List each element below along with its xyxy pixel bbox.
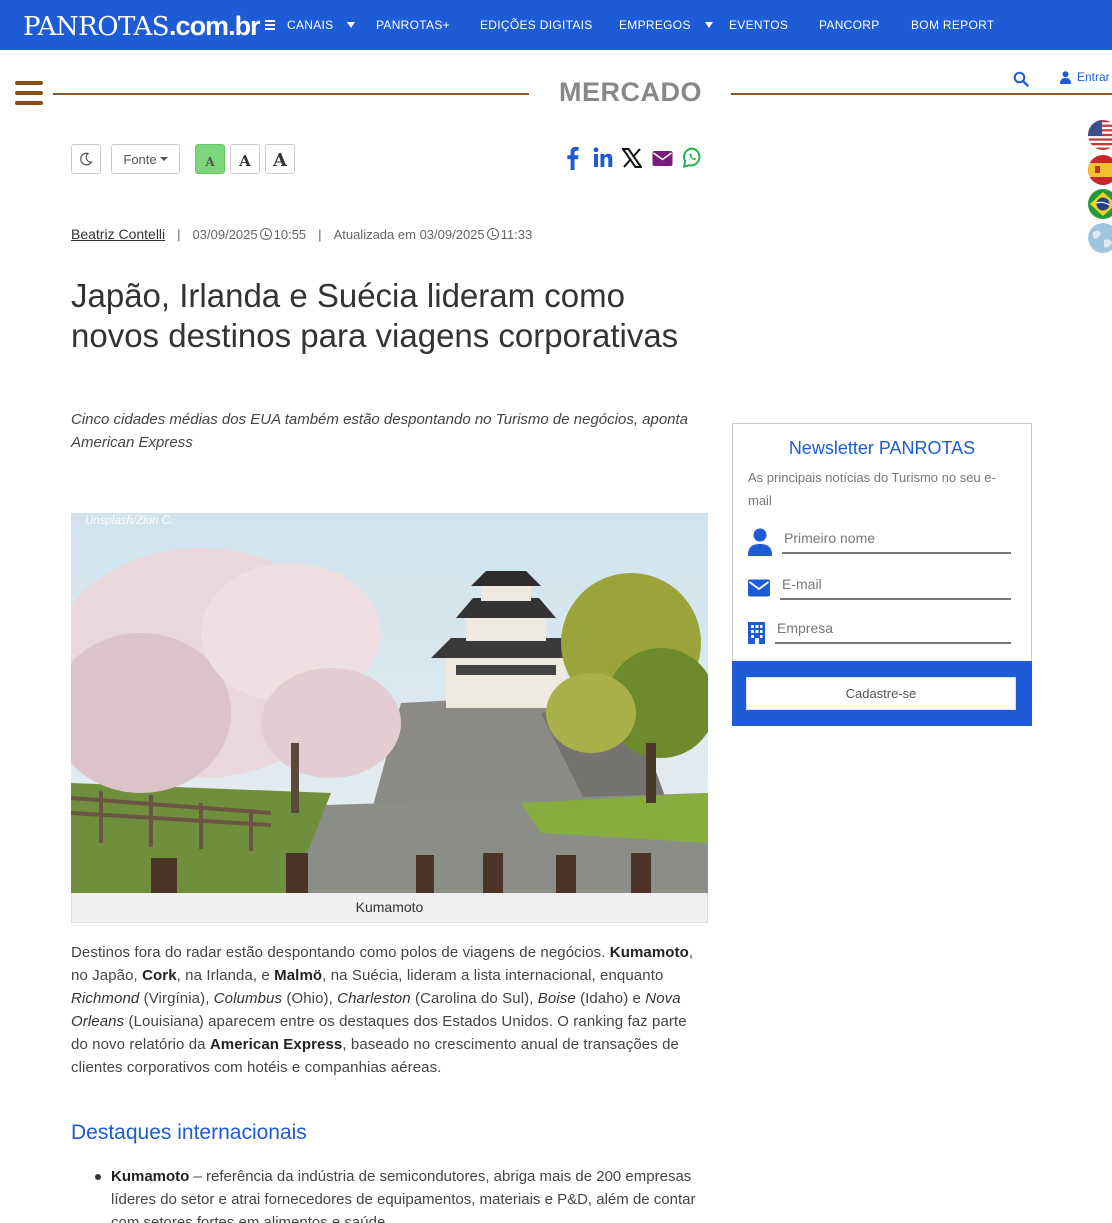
nav-pancorp[interactable]: PANCORP [819, 0, 880, 50]
menu-lines-icon [265, 18, 275, 32]
nav-panrotas-plus-label: PANROTAS+ [376, 18, 450, 32]
font-dropdown[interactable]: Fonte [111, 144, 180, 174]
meta-separator: | [318, 226, 322, 242]
whatsapp-icon[interactable] [682, 145, 703, 171]
email-icon[interactable] [652, 145, 673, 171]
nav-channels-label: CANAIS [287, 18, 334, 32]
email-placeholder: E-mail [782, 576, 822, 592]
login-label: Entrar [1077, 70, 1110, 84]
article-meta: Beatriz Contelli | 03/09/2025 10:55 | At… [71, 226, 532, 242]
first-name-field[interactable]: Primeiro nome [782, 530, 1011, 554]
subscribe-button-label: Cadastre-se [845, 686, 917, 701]
flag-us-icon[interactable] [1088, 120, 1112, 150]
font-dropdown-label: Fonte [123, 151, 157, 167]
article-title: Japão, Irlanda e Suécia lideram como nov… [71, 277, 679, 354]
nav-panrotas-plus[interactable]: PANROTAS+ [376, 0, 450, 50]
flag-br-icon[interactable] [1088, 189, 1112, 219]
meta-separator: | [177, 226, 181, 242]
newsletter-box: Newsletter PANROTAS As principais notíci… [732, 423, 1032, 726]
nav-jobs[interactable]: EMPREGOS [619, 0, 713, 50]
envelope-icon [748, 579, 770, 597]
nav-bom-report[interactable]: BOM REPORT [911, 0, 994, 50]
font-size-medium-button[interactable]: A [230, 144, 260, 174]
nav-events-label: EVENTOS [729, 18, 789, 32]
first-name-placeholder: Primeiro nome [784, 530, 876, 546]
site-logo[interactable]: PANROTAS.com.br [23, 11, 261, 42]
photo-credit: Unsplash/Zion C. [85, 515, 174, 527]
font-size-large-label: A [273, 149, 287, 171]
article-subheading: Destaques internacionais [71, 1121, 307, 1144]
published-date: 03/09/2025 [192, 226, 258, 242]
flag-es-icon[interactable] [1088, 155, 1112, 185]
x-icon[interactable] [622, 145, 642, 171]
author-link[interactable]: Beatriz Contelli [71, 226, 165, 242]
article-photo [71, 513, 708, 893]
highlights-list: Kumamoto – referência da indústria de se… [95, 1165, 703, 1223]
email-field[interactable]: E-mail [780, 576, 1011, 600]
top-navbar: PANROTAS.com.br CANAIS PANROTAS+ EDIÇÕES… [0, 0, 1112, 50]
updated-date: 03/09/2025 [419, 226, 485, 242]
nav-digital-editions-label: EDIÇÕES DIGITAIS [480, 18, 593, 32]
nav-jobs-label: EMPREGOS [619, 18, 691, 32]
company-placeholder: Empresa [777, 620, 834, 636]
nav-digital-editions[interactable]: EDIÇÕES DIGITAIS [480, 0, 593, 50]
photo-caption: Kumamoto [71, 893, 708, 923]
user-icon [1060, 70, 1071, 84]
newsletter-footer: Cadastre-se [732, 661, 1032, 726]
caret-down-icon [347, 22, 356, 28]
font-size-small-label: A [205, 155, 215, 169]
newsletter-title: Newsletter PANROTAS [788, 438, 976, 458]
updated-prefix: Atualizada em [333, 226, 416, 242]
globe-icon[interactable] [1088, 223, 1112, 253]
company-field[interactable]: Empresa [775, 620, 1011, 644]
article-subtitle: Cinco cidades médias dos EUA também estã… [71, 411, 689, 451]
login-link[interactable]: Entrar [1060, 70, 1110, 84]
hamburger-menu-icon[interactable] [15, 81, 43, 105]
font-size-medium-label: A [239, 152, 251, 170]
caret-down-icon [704, 22, 713, 28]
caret-down-icon [159, 157, 168, 161]
published-time: 10:55 [273, 226, 307, 242]
section-title: MERCADO [559, 77, 702, 107]
nav-events[interactable]: EVENTOS [729, 0, 788, 50]
nav-pancorp-label: PANCORP [819, 18, 880, 32]
nav-channels[interactable]: CANAIS [265, 0, 356, 50]
font-size-small-button[interactable]: A [195, 144, 225, 174]
dark-mode-toggle[interactable] [71, 144, 101, 174]
facebook-icon[interactable] [565, 145, 579, 171]
section-rule-left [53, 93, 529, 95]
updated-time: 11:33 [500, 226, 533, 242]
nav-bom-report-label: BOM REPORT [911, 18, 995, 32]
clock-icon [486, 228, 499, 240]
subscribe-button[interactable]: Cadastre-se [746, 677, 1016, 710]
article-paragraph: Destinos fora do radar estão despontando… [71, 944, 694, 1076]
newsletter-description: As principais notícias do Turismo no seu… [748, 470, 996, 508]
font-size-large-button[interactable]: A [265, 144, 295, 174]
moon-icon [80, 152, 93, 166]
section-rule-right [731, 93, 1112, 95]
user-icon [748, 528, 772, 556]
clock-icon [259, 228, 272, 240]
search-icon[interactable] [1013, 71, 1029, 87]
linkedin-icon[interactable] [593, 145, 613, 171]
list-item: Kumamoto – referência da indústria de se… [95, 1165, 703, 1223]
building-icon [748, 622, 765, 644]
